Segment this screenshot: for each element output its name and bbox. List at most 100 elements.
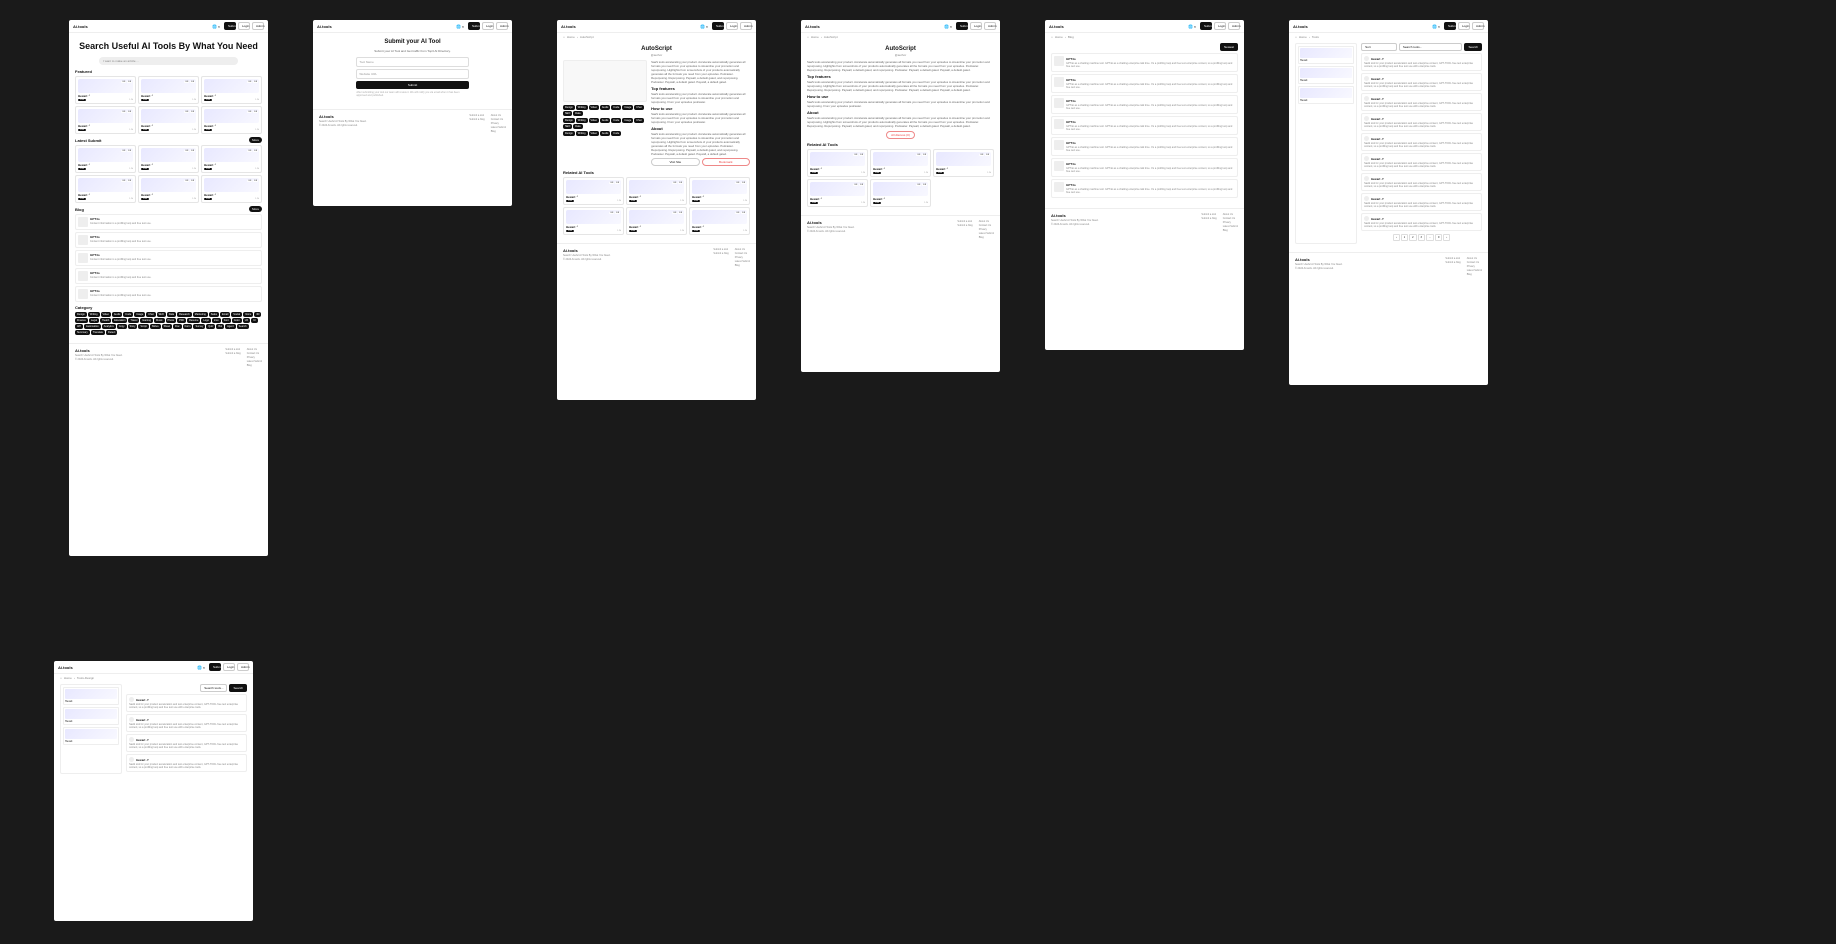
chip[interactable]: Automation: [84, 324, 101, 329]
chip[interactable]: Music: [154, 318, 165, 323]
bookmark-btn[interactable]: Bookmark: [702, 158, 750, 166]
chip[interactable]: Sales: [209, 312, 219, 317]
logo[interactable]: Ai.tools: [73, 24, 88, 29]
chip[interactable]: Resume: [187, 318, 200, 323]
list-item[interactable]: GPT4oGPT4o as a chatting machine tool. G…: [1051, 137, 1238, 156]
chip[interactable]: Travel: [128, 318, 139, 323]
tool-card[interactable]: 8.88.8 Hexart↗ Free1.2k: [870, 149, 931, 177]
chip[interactable]: Image: [134, 312, 145, 317]
tool-card[interactable]: 8.88.8 Hexart↗ Free1.2k: [75, 175, 136, 203]
chip[interactable]: Doc: [173, 324, 181, 329]
blog-item[interactable]: GPT4oContent information is a profiling …: [75, 232, 262, 248]
chip[interactable]: Quiz: [206, 324, 215, 329]
search-item[interactable]: Hexart ↗SaaS tool for your product accel…: [1361, 193, 1482, 211]
theme-icon[interactable]: ◐: [218, 24, 222, 28]
tool-card[interactable]: 8.88.8 Hexart↗ Free1.2k: [689, 177, 750, 205]
search-item[interactable]: Hexart ↗SaaS tool for your product accel…: [126, 694, 247, 712]
search-item[interactable]: Hexart ↗SaaS tool for your product accel…: [1361, 153, 1482, 171]
tool-card[interactable]: 8.88.8 Hexart↗ Free1.2k: [201, 175, 262, 203]
chip[interactable]: Research: [177, 312, 192, 317]
blog-item[interactable]: GPT4oContent information is a profiling …: [75, 250, 262, 266]
tool-card[interactable]: 8.88.8 Hexart↗ Free1.2k: [201, 76, 262, 104]
blog-item[interactable]: GPT4oContent information is a profiling …: [75, 268, 262, 284]
chip[interactable]: Search: [237, 324, 249, 329]
chip[interactable]: Sheet: [162, 324, 173, 329]
chip[interactable]: Analytics: [102, 324, 116, 329]
tool-card[interactable]: 8.88.8 Hexart↗ Free1.2k: [626, 177, 687, 205]
chip[interactable]: Writing: [88, 312, 100, 317]
chip[interactable]: Chat: [146, 312, 155, 317]
chip[interactable]: Translate: [91, 330, 105, 335]
list-item[interactable]: GPT4oGPT4o as a chatting machine tool. G…: [1051, 158, 1238, 177]
chip[interactable]: UI: [251, 318, 258, 323]
chip[interactable]: Color: [232, 318, 242, 323]
tool-card[interactable]: 8.88.8 Hexart↗ Free1.2k: [807, 149, 868, 177]
chip[interactable]: Story: [128, 324, 138, 329]
chip[interactable]: Email: [220, 312, 230, 317]
blog-item[interactable]: GPT4oContent information is a profiling …: [75, 286, 262, 302]
search-item[interactable]: Hexart ↗SaaS tool for your product accel…: [1361, 113, 1482, 131]
chip[interactable]: Code: [123, 312, 133, 317]
tool-card[interactable]: 8.88.8 Hexart↗ Free1.2k: [870, 179, 931, 207]
chip[interactable]: UX: [243, 318, 250, 323]
chip[interactable]: Voice: [243, 312, 253, 317]
tool-card[interactable]: 8.88.8 Hexart↗ Free1.2k: [563, 207, 624, 235]
list-item[interactable]: GPT4oGPT4o as a chatting machine tool. G…: [1051, 116, 1238, 135]
chip[interactable]: Finance: [75, 318, 88, 323]
chip[interactable]: PDF: [177, 318, 186, 323]
chip[interactable]: Data: [167, 312, 176, 317]
login-btn[interactable]: Login: [238, 22, 250, 30]
tool-card[interactable]: 8.88.8 Hexart↗ Free1.2k: [933, 149, 994, 177]
chip[interactable]: Detect: [106, 330, 117, 335]
tool-card[interactable]: 8.88.8 Hexart↗ Free1.2k: [201, 106, 262, 134]
list-item[interactable]: GPT4oGPT4o as a chatting machine tool. G…: [1051, 95, 1238, 114]
tool-card[interactable]: 8.88.8 Hexart↗ Free1.2k: [138, 145, 199, 173]
chip[interactable]: Agent: [225, 324, 236, 329]
chip[interactable]: Marketing: [193, 312, 208, 317]
search-input[interactable]: I want to make an article ...: [99, 57, 238, 65]
search-item[interactable]: Hexart ↗SaaS tool for your product accel…: [126, 754, 247, 772]
search-item[interactable]: Hexart ↗SaaS tool for your product accel…: [1361, 53, 1482, 71]
chip[interactable]: Copy: [117, 324, 127, 329]
chip[interactable]: SEO: [157, 312, 166, 317]
chip[interactable]: Health: [100, 318, 111, 323]
chip[interactable]: Audio: [112, 312, 122, 317]
search-item[interactable]: Hexart ↗SaaS tool for your product accel…: [1361, 73, 1482, 91]
tool-card[interactable]: 8.88.8 Hexart↗ Free1.2k: [75, 76, 136, 104]
chip[interactable]: Form: [183, 324, 193, 329]
tool-card[interactable]: 8.88.8 Hexart↗ Free1.2k: [138, 175, 199, 203]
name-input[interactable]: Tool Name: [356, 57, 468, 67]
chip[interactable]: Design: [75, 312, 87, 317]
tool-card[interactable]: 8.88.8 Hexart↗ Free1.2k: [138, 106, 199, 134]
chip[interactable]: Summary: [75, 330, 90, 335]
visit-btn[interactable]: Visit Site: [651, 158, 699, 166]
url-input[interactable]: Website URL: [356, 69, 468, 79]
list-item[interactable]: GPT4oGPT4o as a chatting machine tool. G…: [1051, 53, 1238, 72]
chip[interactable]: Gaming: [140, 318, 153, 323]
search-item[interactable]: Hexart ↗SaaS tool for your product accel…: [1361, 133, 1482, 151]
chip[interactable]: Font: [222, 318, 231, 323]
chip[interactable]: Legal: [89, 318, 99, 323]
search-item[interactable]: Hexart ↗SaaS tool for your product accel…: [126, 734, 247, 752]
more-btn[interactable]: More: [249, 137, 262, 143]
search-item[interactable]: Hexart ↗SaaS tool for your product accel…: [126, 714, 247, 732]
chip[interactable]: Video: [101, 312, 111, 317]
chip[interactable]: Bot: [216, 324, 224, 329]
list-item[interactable]: GPT4oGPT4o as a chatting machine tool. G…: [1051, 179, 1238, 198]
chip[interactable]: 3D: [254, 312, 261, 317]
chip[interactable]: Icon: [212, 318, 221, 323]
tool-card[interactable]: 8.88.8 Hexart↗ Free1.2k: [138, 76, 199, 104]
search-item[interactable]: Hexart ↗SaaS tool for your product accel…: [1361, 213, 1482, 231]
chip[interactable]: Photo: [166, 318, 177, 323]
chip[interactable]: Social: [231, 312, 242, 317]
chip[interactable]: Logo: [201, 318, 211, 323]
search-item[interactable]: Hexart ↗SaaS tool for your product accel…: [1361, 173, 1482, 191]
more-btn[interactable]: More: [249, 206, 262, 212]
chip[interactable]: Slides: [150, 324, 161, 329]
chip[interactable]: API: [75, 324, 83, 329]
submit-btn[interactable]: Submit: [224, 22, 236, 30]
tool-card[interactable]: 8.88.8 Hexart↗ Free1.2k: [689, 207, 750, 235]
chip[interactable]: Education: [112, 318, 127, 323]
tool-card[interactable]: 8.88.8 Hexart↗ Free1.2k: [201, 145, 262, 173]
tool-card[interactable]: 8.88.8 Hexart↗ Free1.2k: [563, 177, 624, 205]
